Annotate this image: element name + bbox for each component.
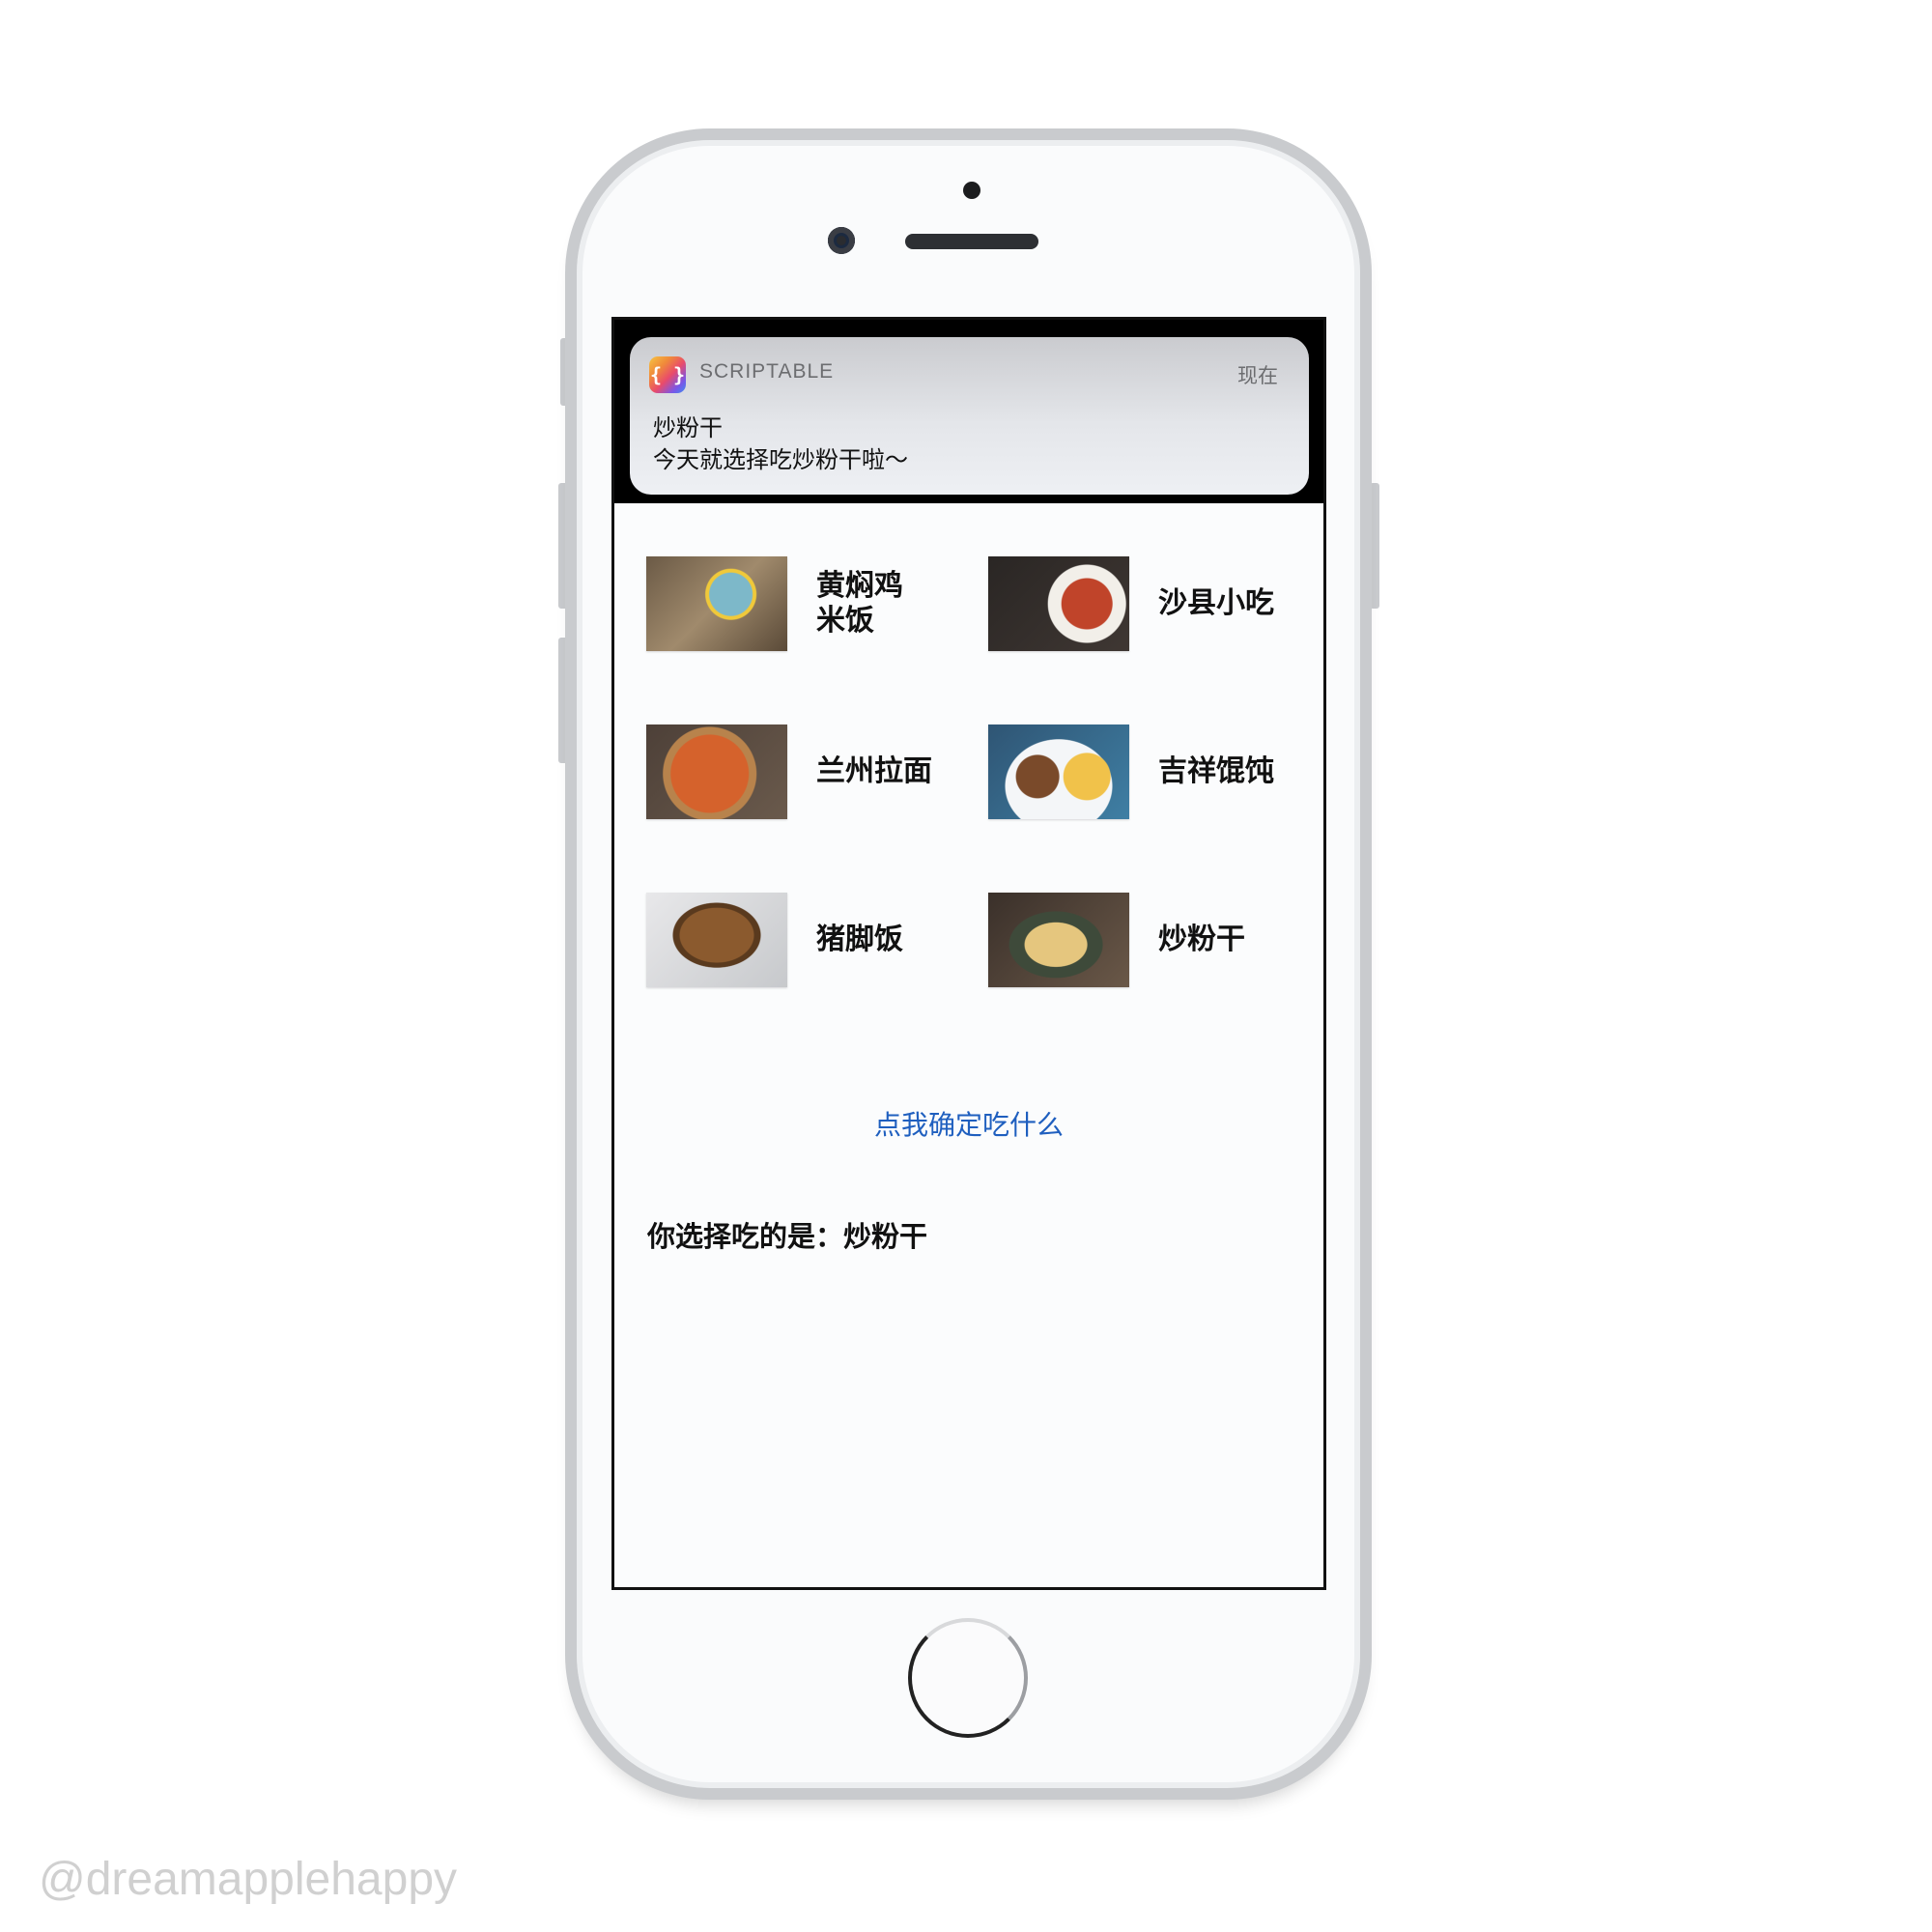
- notification-body: 今天就选择吃炒粉干啦～: [653, 446, 908, 473]
- notification-time: 现在: [1237, 364, 1278, 387]
- food-item-zhujiaofan[interactable]: 猪脚饭: [646, 893, 975, 989]
- food-item-chaofengan[interactable]: 炒粉干: [988, 893, 1317, 989]
- menu-content: 黄焖鸡 米饭 沙县小吃 兰州拉面 吉祥馄饨 猪脚饭 炒粉干 点我确定吃什么 你选…: [614, 503, 1323, 1587]
- food-label: 沙县小吃: [1158, 586, 1274, 620]
- notification-title: 炒粉干: [653, 414, 723, 441]
- food-photo: [988, 556, 1129, 651]
- food-item-shaxian[interactable]: 沙县小吃: [988, 556, 1317, 653]
- notification-banner[interactable]: { } SCRIPTABLE 现在 炒粉干 今天就选择吃炒粉干啦～: [630, 337, 1309, 495]
- food-label: 吉祥馄饨: [1158, 754, 1274, 788]
- food-item-jixiang[interactable]: 吉祥馄饨: [988, 724, 1317, 821]
- food-item-huangmenji[interactable]: 黄焖鸡 米饭: [646, 556, 975, 653]
- food-label: 兰州拉面: [816, 754, 932, 788]
- food-photo: [988, 893, 1129, 987]
- earpiece-speaker: [905, 234, 1038, 249]
- food-label: 炒粉干: [1158, 923, 1245, 956]
- front-camera-icon: [828, 227, 855, 254]
- pick-food-link[interactable]: 点我确定吃什么: [614, 1104, 1323, 1143]
- notification-app-name: SCRIPTABLE: [699, 360, 835, 383]
- food-photo: [646, 556, 787, 651]
- food-photo: [646, 893, 787, 987]
- food-label: 猪脚饭: [816, 923, 903, 956]
- phone-screen: { } SCRIPTABLE 现在 炒粉干 今天就选择吃炒粉干啦～ 黄焖鸡 米饭…: [611, 317, 1326, 1590]
- food-photo: [646, 724, 787, 819]
- result-text: 你选择吃的是：炒粉干: [647, 1220, 928, 1253]
- food-item-lanzhou[interactable]: 兰州拉面: [646, 724, 975, 821]
- watermark: @dreamapplehappy: [39, 1854, 458, 1905]
- home-button[interactable]: [908, 1618, 1028, 1738]
- food-label: 黄焖鸡 米饭: [816, 569, 903, 638]
- food-photo: [988, 724, 1129, 819]
- scriptable-app-icon: { }: [649, 356, 686, 393]
- proximity-sensor: [963, 182, 980, 199]
